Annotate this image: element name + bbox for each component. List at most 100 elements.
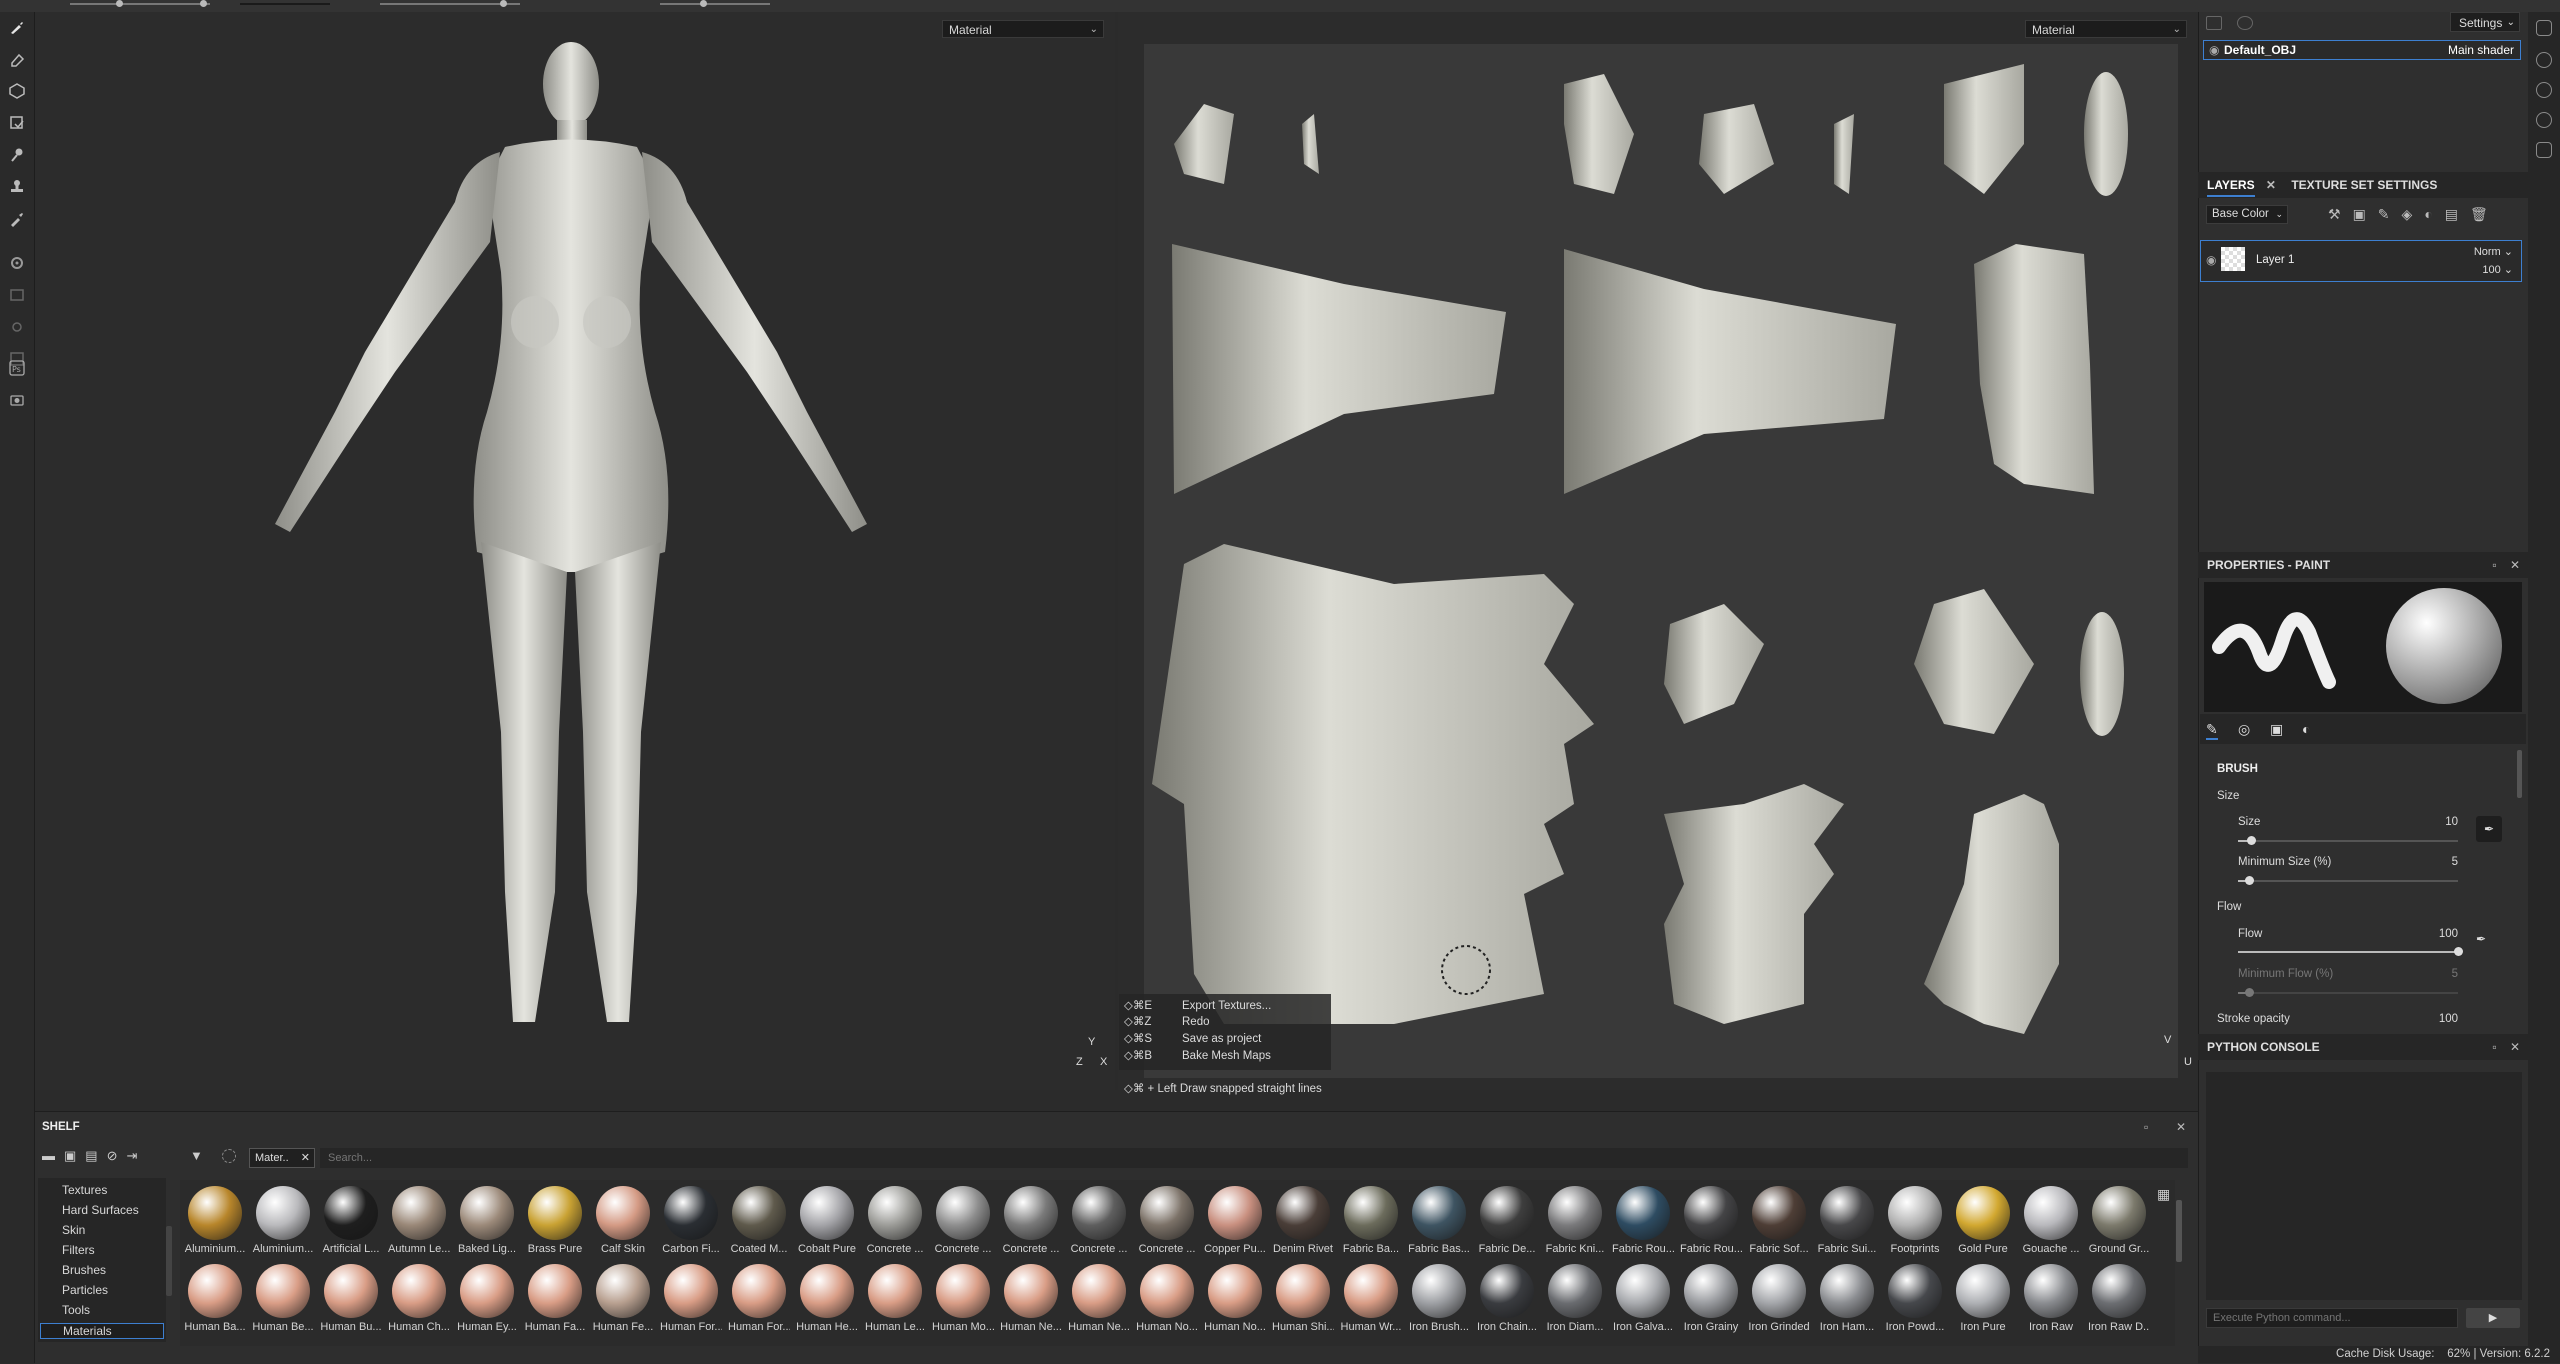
properties-scrollbar[interactable] xyxy=(2517,750,2522,798)
material-thumbnail[interactable]: Gouache ... xyxy=(2020,1186,2082,1255)
material-thumbnail[interactable]: Aluminium... xyxy=(184,1186,246,1255)
log-icon[interactable] xyxy=(2536,142,2552,158)
material-thumbnail[interactable]: Iron Grinded xyxy=(1748,1264,1810,1333)
smudge-icon[interactable] xyxy=(8,146,26,164)
material-thumbnail[interactable]: Iron Brush... xyxy=(1408,1264,1470,1333)
material-thumbnail[interactable]: Concrete ... xyxy=(1000,1186,1062,1255)
material-thumbnail[interactable]: Fabric Sof... xyxy=(1748,1186,1810,1255)
stroke-opacity-value[interactable]: 100 xyxy=(2430,1013,2458,1025)
min-flow-slider[interactable] xyxy=(2238,988,2458,997)
trash-icon[interactable]: 🗑 xyxy=(2470,206,2500,222)
material-thumbnail[interactable]: Artificial L... xyxy=(320,1186,382,1255)
material-thumbnail[interactable]: Footprints xyxy=(1884,1186,1946,1255)
shelf-category-item[interactable]: Textures xyxy=(62,1183,107,1197)
layer-opacity[interactable]: 100 ⌄ xyxy=(2482,263,2513,276)
shelf-scrollbar[interactable] xyxy=(2176,1200,2182,1262)
smart-material-icon[interactable]: ◐ xyxy=(2424,206,2444,222)
material-thumbnail[interactable]: Human Fe... xyxy=(592,1264,654,1333)
channel-select[interactable]: Base Color ⌄ xyxy=(2206,205,2288,224)
shelf-category-item[interactable]: Skin xyxy=(62,1223,85,1237)
material-thumbnail[interactable]: Human Ch... xyxy=(388,1264,450,1333)
material-thumbnail[interactable]: Human No... xyxy=(1136,1264,1198,1333)
float-console-icon[interactable]: ▫ xyxy=(2492,1040,2496,1054)
top-slider-1[interactable] xyxy=(70,0,210,7)
tab-texture-set-settings[interactable]: TEXTURE SET SETTINGS xyxy=(2291,178,2437,192)
material-thumbnail[interactable]: Human Shi... xyxy=(1272,1264,1334,1333)
texture-set-row[interactable]: ◉ Default_OBJ Main shader xyxy=(2203,40,2521,60)
material-thumbnail[interactable]: Human Ne... xyxy=(1000,1264,1062,1333)
layer-blend-mode[interactable]: Norm ⌄ xyxy=(2474,245,2513,258)
hide-icon[interactable]: ⊘ xyxy=(107,1148,127,1163)
folder-icon[interactable]: ▬ xyxy=(42,1148,64,1163)
material-thumbnail[interactable]: Fabric Rou... xyxy=(1612,1186,1674,1255)
material-thumbnail[interactable]: Concrete ... xyxy=(864,1186,926,1255)
material-thumbnail[interactable]: Calf Skin xyxy=(592,1186,654,1255)
shelf-category-item[interactable]: Brushes xyxy=(62,1263,106,1277)
eraser-icon[interactable] xyxy=(8,50,26,68)
float-icon[interactable]: ▫ xyxy=(2492,558,2496,572)
add-fill-layer-icon[interactable]: ◈ xyxy=(2402,206,2425,222)
material-thumbnail[interactable]: Fabric Rou... xyxy=(1680,1186,1742,1255)
material-thumbnail[interactable]: Concrete ... xyxy=(1136,1186,1198,1255)
layer-row[interactable]: ◉ Layer 1 Norm ⌄ 100 ⌄ xyxy=(2200,240,2522,282)
material-thumbnail[interactable]: Iron Raw xyxy=(2020,1264,2082,1333)
flow-value[interactable]: 100 xyxy=(2430,928,2458,940)
shelf-category-item[interactable]: Hard Surfaces xyxy=(62,1203,139,1217)
viewport-uv-mode-select[interactable]: Material ⌄ xyxy=(2025,20,2187,38)
top-slider-3[interactable] xyxy=(660,0,770,7)
material-thumbnail[interactable]: Human Ba... xyxy=(184,1264,246,1333)
add-paint-layer-icon[interactable]: ✎ xyxy=(2378,206,2402,222)
shelf-search-input[interactable] xyxy=(320,1148,2188,1168)
material-thumbnail[interactable]: Human For... xyxy=(660,1264,722,1333)
shelf-category-item[interactable]: Particles xyxy=(62,1283,108,1297)
min-size-slider[interactable] xyxy=(2238,876,2458,885)
material-thumbnail[interactable]: Human Bu... xyxy=(320,1264,382,1333)
close-console-icon[interactable]: ✕ xyxy=(2510,1040,2520,1054)
shelf-category-item[interactable]: Tools xyxy=(62,1303,90,1317)
settings-dropdown[interactable]: Settings ⌄ xyxy=(2450,12,2520,32)
filter-icon[interactable]: ▼ xyxy=(190,1148,203,1163)
material-thumbnail[interactable]: Baked Lig... xyxy=(456,1186,518,1255)
run-button[interactable]: ▶ xyxy=(2466,1308,2520,1328)
material-thumbnail[interactable]: Copper Pu... xyxy=(1204,1186,1266,1255)
eye-icon[interactable] xyxy=(2237,16,2253,30)
material-thumbnail[interactable]: Concrete ... xyxy=(1068,1186,1130,1255)
size-value[interactable]: 10 xyxy=(2440,816,2458,828)
material-thumbnail[interactable]: Human Be... xyxy=(252,1264,314,1333)
camera-icon[interactable] xyxy=(8,391,26,409)
flow-slider[interactable] xyxy=(2238,947,2463,956)
bake-icon[interactable] xyxy=(8,286,26,304)
shelf-category-item[interactable]: Materials xyxy=(40,1323,164,1339)
material-thumbnail[interactable]: Fabric Ba... xyxy=(1340,1186,1402,1255)
material-thumbnail[interactable]: Iron Pure xyxy=(1952,1264,2014,1333)
material-thumbnail[interactable]: Fabric Kni... xyxy=(1544,1186,1606,1255)
material-thumbnail[interactable]: Denim Rivet xyxy=(1272,1186,1334,1255)
close-layers-icon[interactable]: ✕ xyxy=(2266,178,2276,192)
viewport-3d[interactable]: Material ⌄ Y Z X xyxy=(35,12,1115,1090)
history-icon[interactable] xyxy=(2536,112,2552,128)
color-picker-icon[interactable] xyxy=(8,210,26,228)
min-size-value[interactable]: 5 xyxy=(2440,856,2458,868)
add-folder-icon[interactable]: ▤ xyxy=(2445,206,2470,222)
material-thumbnail[interactable]: Brass Pure xyxy=(524,1186,586,1255)
import-icon[interactable]: ▣ xyxy=(64,1148,85,1163)
uv-islands[interactable] xyxy=(1144,44,2178,1078)
material-thumbnail[interactable]: Human Le... xyxy=(864,1264,926,1333)
sun-icon[interactable] xyxy=(8,318,26,336)
stack-icon[interactable] xyxy=(2206,16,2222,30)
material-thumbnail[interactable]: Human Wr... xyxy=(1340,1264,1402,1333)
material-thumbnail[interactable]: Iron Chain... xyxy=(1476,1264,1538,1333)
export-icon[interactable]: ⇥ xyxy=(127,1148,147,1163)
project-icon[interactable]: ▤ xyxy=(85,1148,106,1163)
close-tab-icon[interactable]: ✕ xyxy=(301,1149,310,1167)
photoshop-icon[interactable]: Ps xyxy=(8,359,26,377)
material-thumbnail[interactable]: Aluminium... xyxy=(252,1186,314,1255)
add-effect-icon[interactable]: ⚒ xyxy=(2328,206,2353,222)
material-thumbnail[interactable]: Carbon Fi... xyxy=(660,1186,722,1255)
python-input[interactable] xyxy=(2207,1309,2457,1327)
material-thumbnail[interactable]: Iron Galva... xyxy=(1612,1264,1674,1333)
material-thumbnail[interactable]: Fabric De... xyxy=(1476,1186,1538,1255)
brush-tab-icon[interactable]: ✎ xyxy=(2206,721,2218,740)
material-thumbnail[interactable]: Human Ne... xyxy=(1068,1264,1130,1333)
shader-settings-icon[interactable] xyxy=(2536,52,2552,68)
